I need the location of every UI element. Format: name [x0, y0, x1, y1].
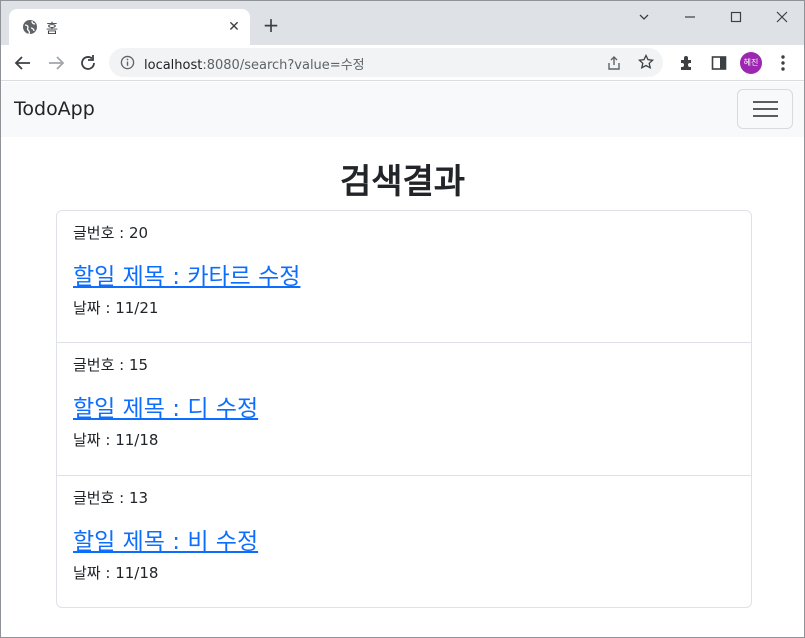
bookmark-star-icon[interactable]	[638, 54, 654, 70]
url-text: localhost:8080/search?value=수정	[144, 54, 365, 73]
list-item: 글번호 : 20 할일 제목 : 카타르 수정 날짜 : 11/21	[57, 211, 751, 344]
extensions-puzzle-icon[interactable]	[678, 54, 696, 72]
tab-search-chevron-icon[interactable]	[621, 5, 667, 29]
hamburger-line	[753, 108, 778, 110]
address-bar[interactable]: localhost:8080/search?value=수정	[109, 48, 663, 77]
browser-toolbar: localhost:8080/search?value=수정 혜진	[1, 45, 804, 81]
profile-avatar[interactable]: 혜진	[740, 52, 762, 74]
side-panel-icon[interactable]	[710, 54, 728, 72]
item-title-link[interactable]: 할일 제목 : 디 수정	[73, 389, 258, 423]
close-window-icon[interactable]	[759, 5, 804, 29]
url-host: localhost	[144, 58, 203, 73]
item-title-link[interactable]: 할일 제목 : 비 수정	[73, 522, 258, 556]
share-icon[interactable]	[606, 55, 622, 71]
tab-strip: 홈 ✕ +	[1, 1, 804, 45]
page-viewport: TodoApp 검색결과 글번호 : 20 할일 제목 : 카타르 수정 날짜 …	[1, 82, 804, 637]
list-item: 글번호 : 13 할일 제목 : 비 수정 날짜 : 11/18	[57, 475, 751, 608]
item-number: 글번호 : 20	[73, 224, 149, 242]
browser-window: 홈 ✕ + localhost:8080/search?value=수정 혜진 …	[0, 0, 805, 638]
url-path: :8080/search?value=수정	[202, 58, 365, 73]
navbar-brand[interactable]: TodoApp	[14, 98, 95, 120]
app-navbar: TodoApp	[1, 82, 804, 137]
maximize-icon[interactable]	[713, 5, 759, 29]
page-title: 검색결과	[339, 162, 466, 202]
item-number: 글번호 : 15	[73, 356, 149, 374]
browser-tab[interactable]: 홈 ✕	[9, 9, 250, 45]
reload-icon[interactable]	[77, 52, 99, 74]
hamburger-line	[753, 101, 778, 103]
close-tab-icon[interactable]: ✕	[225, 18, 243, 36]
tab-title: 홈	[46, 22, 58, 37]
site-info-icon[interactable]	[120, 55, 135, 70]
new-tab-icon[interactable]: +	[261, 15, 281, 35]
minimize-icon[interactable]	[667, 5, 713, 29]
item-date: 날짜 : 11/18	[73, 564, 159, 582]
back-arrow-icon[interactable]	[12, 52, 34, 74]
globe-icon	[23, 20, 37, 35]
item-date: 날짜 : 11/18	[73, 431, 159, 449]
item-date: 날짜 : 11/21	[73, 299, 159, 317]
navbar-toggler-button[interactable]	[737, 89, 793, 129]
item-number: 글번호 : 13	[73, 489, 149, 507]
search-results-list: 글번호 : 20 할일 제목 : 카타르 수정 날짜 : 11/21 글번호 :…	[56, 210, 752, 608]
forward-arrow-icon[interactable]	[45, 52, 67, 74]
list-item: 글번호 : 15 할일 제목 : 디 수정 날짜 : 11/18	[57, 342, 751, 475]
more-menu-icon[interactable]	[780, 53, 786, 73]
hamburger-line	[753, 115, 778, 117]
item-title-link[interactable]: 할일 제목 : 카타르 수정	[73, 257, 300, 291]
